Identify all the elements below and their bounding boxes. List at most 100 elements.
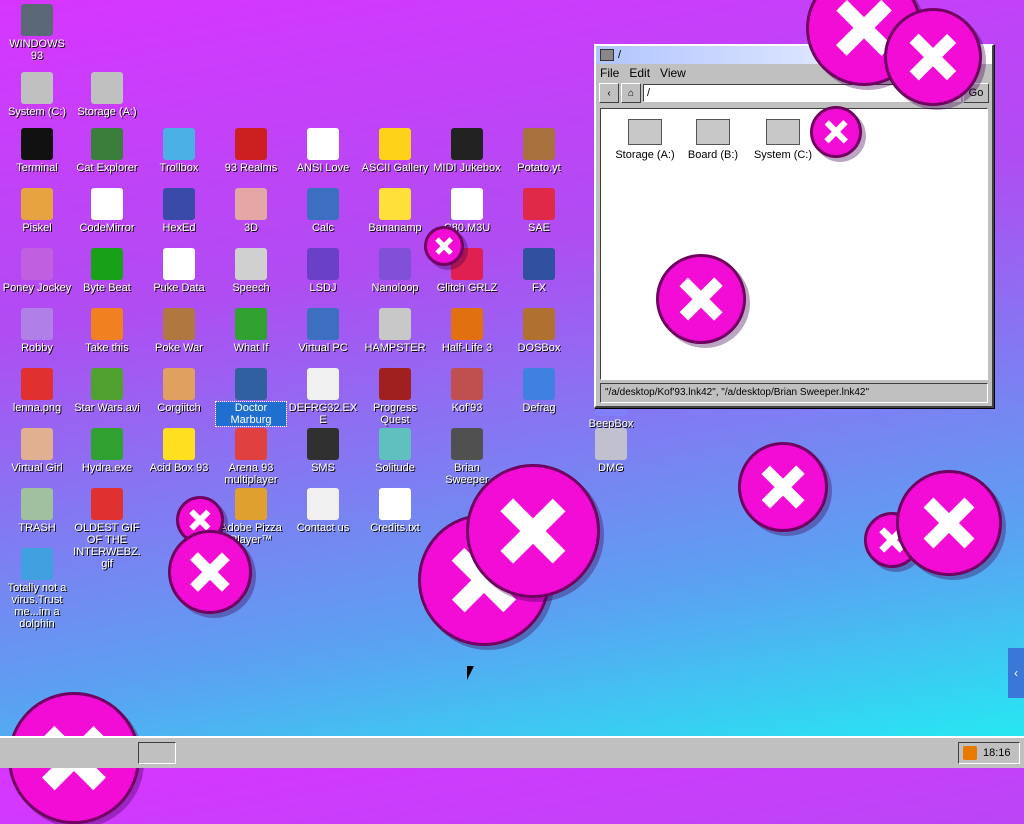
menu-view[interactable]: View	[660, 66, 686, 80]
desktop-icon[interactable]: 93 Realms	[216, 128, 286, 174]
desktop-icon[interactable]: MIDI Jukebox	[432, 128, 502, 174]
desktop-icon-label: DOSBox	[517, 342, 561, 354]
desktop-icon[interactable]: Totally not a virus.Trust me...im a dolp…	[2, 548, 72, 630]
app-icon	[21, 548, 53, 580]
desktop-icon[interactable]: Robby	[2, 308, 72, 354]
desktop-icon[interactable]: Hydra.exe	[72, 428, 142, 474]
close-icon[interactable]	[424, 226, 464, 266]
desktop-icon[interactable]: System (C:)	[2, 72, 72, 118]
desktop-icon[interactable]: ANSI Love	[288, 128, 358, 174]
drive-label: Board (B:)	[687, 149, 739, 161]
desktop-icon[interactable]: Corgiitch	[144, 368, 214, 414]
system-tray: 18:16	[958, 742, 1020, 764]
desktop-icon[interactable]: Trollbox	[144, 128, 214, 174]
side-panel-toggle[interactable]: ‹	[1008, 648, 1024, 698]
drive-label: System (C:)	[753, 149, 813, 161]
desktop-icon-label: Potato.yt	[517, 162, 561, 174]
app-icon	[21, 368, 53, 400]
desktop-icon-label: Puke Data	[153, 282, 205, 294]
menu-edit[interactable]: Edit	[629, 66, 650, 80]
desktop-icon-label: Solitude	[375, 462, 415, 474]
app-icon	[235, 128, 267, 160]
desktop-icon[interactable]: Piskel	[2, 188, 72, 234]
desktop-icon[interactable]: Cat Explorer	[72, 128, 142, 174]
desktop-icon[interactable]: Progress Quest	[360, 368, 430, 426]
desktop-icon[interactable]: Kof'93	[432, 368, 502, 414]
drive-item[interactable]: System (C:)	[745, 119, 821, 161]
app-icon	[451, 308, 483, 340]
home-button[interactable]: ⌂	[621, 83, 641, 103]
desktop-icon-label: Poke War	[155, 342, 203, 354]
close-icon[interactable]	[884, 8, 982, 106]
desktop-icon[interactable]: Acid Box 93	[144, 428, 214, 474]
desktop-icon[interactable]: DOSBox	[504, 308, 574, 354]
desktop-icon-label: LSDJ	[309, 282, 337, 294]
desktop-icon-label: Acid Box 93	[149, 462, 209, 474]
desktop-icon[interactable]: Defrag	[504, 368, 574, 414]
desktop-icon[interactable]: Half-Life 3	[432, 308, 502, 354]
desktop-icon[interactable]: OLDEST GIF OF THE INTERWEBZ.gif	[72, 488, 142, 570]
desktop-icon-label: Credits.txt	[370, 522, 420, 534]
app-icon	[163, 188, 195, 220]
desktop-icon[interactable]: Contact us	[288, 488, 358, 534]
close-icon[interactable]	[810, 106, 862, 158]
desktop-icon-label: 93 Realms	[224, 162, 278, 174]
desktop-icon[interactable]: Nanoloop	[360, 248, 430, 294]
drive-item[interactable]: Board (B:)	[675, 119, 751, 161]
desktop-icon[interactable]: lenna.png	[2, 368, 72, 414]
desktop-icon[interactable]: Storage (A:)	[72, 72, 142, 118]
desktop-icon[interactable]: ASCII Gallery	[360, 128, 430, 174]
desktop-icon[interactable]: Speech	[216, 248, 286, 294]
desktop-icon[interactable]: Calc	[288, 188, 358, 234]
desktop-icon[interactable]: Take this	[72, 308, 142, 354]
desktop-icon[interactable]: Puke Data	[144, 248, 214, 294]
desktop-icon[interactable]: FX	[504, 248, 574, 294]
close-icon[interactable]	[738, 442, 828, 532]
desktop-icon[interactable]: CodeMirror	[72, 188, 142, 234]
desktop-icon-label: lenna.png	[12, 402, 62, 414]
desktop-icon[interactable]: SAE	[504, 188, 574, 234]
close-icon[interactable]	[466, 464, 600, 598]
drive-item[interactable]: Storage (A:)	[607, 119, 683, 161]
close-icon[interactable]	[656, 254, 746, 344]
menu-file[interactable]: File	[600, 66, 619, 80]
desktop-icon[interactable]: Bananamp	[360, 188, 430, 234]
desktop-icon-label: Cat Explorer	[76, 162, 138, 174]
desktop-icon-label: Poney Jockey	[2, 282, 72, 294]
taskbar-item[interactable]	[138, 742, 176, 764]
desktop-icon[interactable]: Virtual PC	[288, 308, 358, 354]
desktop-icon[interactable]: Byte Beat	[72, 248, 142, 294]
desktop-icon-label: What If	[233, 342, 269, 354]
back-button[interactable]: ‹	[599, 83, 619, 103]
desktop-icon-label: TRASH	[18, 522, 56, 534]
desktop-icon[interactable]: Arena 93 multiplayer	[216, 428, 286, 486]
desktop-icon[interactable]: DMG	[576, 428, 646, 474]
desktop-icon[interactable]: Solitude	[360, 428, 430, 474]
app-icon	[163, 308, 195, 340]
desktop-icon[interactable]: Doctor Marburg	[215, 368, 287, 427]
drive-label: Storage (A:)	[615, 149, 675, 161]
app-icon	[163, 368, 195, 400]
desktop-icon[interactable]: Star Wars.avi	[72, 368, 142, 414]
app-icon	[21, 428, 53, 460]
desktop-icon[interactable]: HexEd	[144, 188, 214, 234]
desktop-icon[interactable]: Poney Jockey	[2, 248, 72, 294]
desktop-icon[interactable]: SMS	[288, 428, 358, 474]
desktop-icon[interactable]: HAMPSTER	[360, 308, 430, 354]
close-icon[interactable]	[896, 470, 1002, 576]
desktop-icon[interactable]: DEFRG32.EXE	[288, 368, 358, 426]
desktop-icon[interactable]: TRASH	[2, 488, 72, 534]
desktop-icon[interactable]: Virtual Girl	[2, 428, 72, 474]
desktop-icon[interactable]: WINDOWS 93	[2, 4, 72, 62]
desktop-icon[interactable]: Terminal	[2, 128, 72, 174]
desktop-icon[interactable]: What If	[216, 308, 286, 354]
app-icon	[307, 488, 339, 520]
desktop-icon[interactable]: Potato.yt	[504, 128, 574, 174]
close-icon[interactable]	[168, 530, 252, 614]
rss-icon[interactable]	[963, 746, 977, 760]
desktop-icon[interactable]: Credits.txt	[360, 488, 430, 534]
desktop-icon[interactable]: 3D	[216, 188, 286, 234]
desktop-icon[interactable]: LSDJ	[288, 248, 358, 294]
desktop-icon[interactable]: Poke War	[144, 308, 214, 354]
app-icon	[91, 428, 123, 460]
